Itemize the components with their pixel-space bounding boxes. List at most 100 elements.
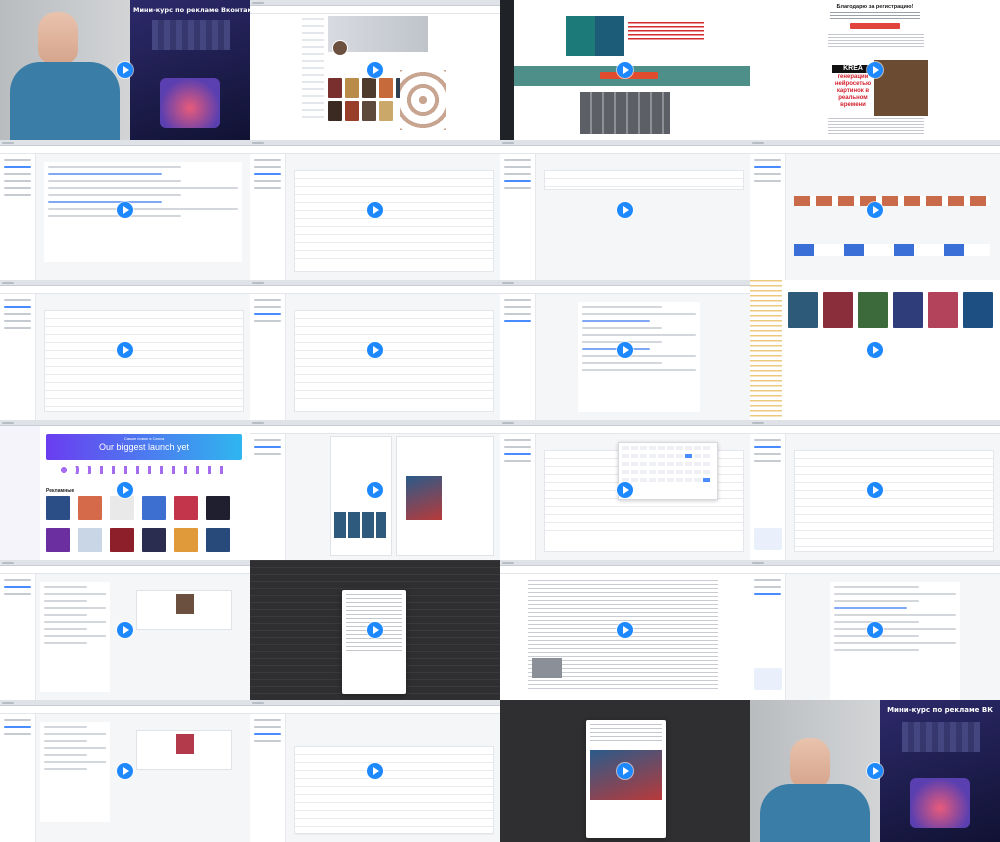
template-grid <box>46 496 246 552</box>
app-sidebar <box>0 574 36 700</box>
book-covers <box>566 16 624 56</box>
app-sidebar <box>500 294 536 420</box>
krea-text: генерации нейросетью картинок в реальном… <box>834 74 872 108</box>
document-image <box>532 658 562 678</box>
app-sidebar <box>0 294 36 420</box>
product-form <box>40 582 110 692</box>
cell-8-app-dashboard[interactable] <box>750 140 1000 280</box>
cell-5-app-settings[interactable] <box>0 140 250 280</box>
browser-toolbar <box>250 6 500 14</box>
app-header <box>500 146 750 154</box>
ad-preview-modal[interactable] <box>586 720 666 838</box>
hero-title: Our biggest launch yet <box>98 442 190 452</box>
body-lines <box>828 34 924 48</box>
cell-20-app-form[interactable] <box>750 560 1000 700</box>
cell-11-app-form[interactable] <box>500 280 750 420</box>
play-button[interactable] <box>617 482 633 498</box>
play-button[interactable] <box>367 763 383 779</box>
cell-3-webpage-landing[interactable] <box>500 0 750 140</box>
cell-17-app-product[interactable] <box>0 560 250 700</box>
cell-9-app-table[interactable] <box>0 280 250 420</box>
play-button[interactable] <box>117 622 133 638</box>
play-button[interactable] <box>617 62 633 78</box>
play-button[interactable] <box>617 763 633 779</box>
form-content <box>830 582 960 700</box>
cell-22-app-table[interactable] <box>250 700 500 842</box>
user-card <box>754 528 782 550</box>
list-panel <box>544 170 744 190</box>
cell-21-app-product[interactable] <box>0 700 250 842</box>
play-button[interactable] <box>117 202 133 218</box>
hero-small-text: Самое новое в Canva <box>123 436 165 441</box>
cell-4-webpage-registration[interactable]: Благодарю за регистрацию! KREA генерации… <box>750 0 1000 140</box>
cell-13-canva[interactable]: Самое новое в Canva Our biggest launch y… <box>0 420 250 560</box>
app-header <box>500 286 750 294</box>
file-tree <box>750 280 782 420</box>
date-picker[interactable] <box>618 442 718 500</box>
cell-15-app-calendar[interactable] <box>500 420 750 560</box>
ads-table <box>294 746 494 835</box>
cell-14-app-editor[interactable] <box>250 420 500 560</box>
app-sidebar <box>500 434 536 560</box>
play-button[interactable] <box>867 202 883 218</box>
play-button[interactable] <box>367 202 383 218</box>
app-header <box>750 146 1000 154</box>
play-button[interactable] <box>617 622 633 638</box>
cell-23-app-modal-dark[interactable] <box>500 700 750 842</box>
footer-lines <box>828 118 924 136</box>
cell-19-app-document[interactable] <box>500 560 750 700</box>
app-sidebar <box>0 154 36 280</box>
app-sidebar <box>750 154 786 280</box>
play-button[interactable] <box>617 202 633 218</box>
product-form <box>40 722 110 822</box>
play-button[interactable] <box>867 342 883 358</box>
app-sidebar <box>500 154 536 280</box>
app-sidebar <box>250 714 286 842</box>
app-header <box>750 566 1000 574</box>
play-button[interactable] <box>867 763 883 779</box>
play-button[interactable] <box>867 622 883 638</box>
play-button[interactable] <box>117 62 133 78</box>
poster-blurred-text <box>152 20 230 50</box>
cell-6-app-table[interactable] <box>250 140 500 280</box>
presenter <box>790 738 830 788</box>
poster-illustration <box>910 778 970 828</box>
landing-red-text <box>628 22 704 42</box>
red-button[interactable] <box>850 23 900 29</box>
play-button[interactable] <box>367 482 383 498</box>
play-button[interactable] <box>367 62 383 78</box>
play-button[interactable] <box>117 763 133 779</box>
campaign-table <box>294 310 494 412</box>
app-header <box>500 426 750 434</box>
poster-illustration <box>160 78 220 128</box>
cell-12-image-gallery[interactable] <box>750 280 1000 420</box>
cell-24-webcam[interactable]: Мини-курс по рекламе ВК <box>750 700 1000 842</box>
preview-image <box>406 476 442 520</box>
play-button[interactable] <box>617 342 633 358</box>
settings-content <box>44 162 242 262</box>
poster-blurred-text <box>902 722 980 752</box>
play-button[interactable] <box>367 342 383 358</box>
cell-18-app-modal-dark[interactable] <box>250 560 500 700</box>
cell-16-app-table[interactable] <box>750 420 1000 560</box>
registration-heading: Благодарю за регистрацию! <box>836 4 914 10</box>
cell-7-app-list[interactable] <box>500 140 750 280</box>
app-header <box>500 566 750 574</box>
play-button[interactable] <box>117 342 133 358</box>
play-button[interactable] <box>367 622 383 638</box>
cell-10-app-table[interactable] <box>250 280 500 420</box>
play-button[interactable] <box>117 482 133 498</box>
section-title: Рекламные <box>46 488 75 494</box>
app-header <box>0 706 250 714</box>
presenter-sweater <box>760 784 870 842</box>
app-sidebar <box>250 434 286 560</box>
cell-2-webpage-profile[interactable] <box>250 0 500 140</box>
play-button[interactable] <box>867 62 883 78</box>
image-thumbs <box>788 292 998 328</box>
play-button[interactable] <box>867 482 883 498</box>
app-header <box>250 146 500 154</box>
cell-1-webcam[interactable]: Мини-курс по рекламе Вконтакте <box>0 0 250 140</box>
product-photo <box>176 734 194 754</box>
app-header <box>750 426 1000 434</box>
settings-modal[interactable] <box>342 590 406 694</box>
